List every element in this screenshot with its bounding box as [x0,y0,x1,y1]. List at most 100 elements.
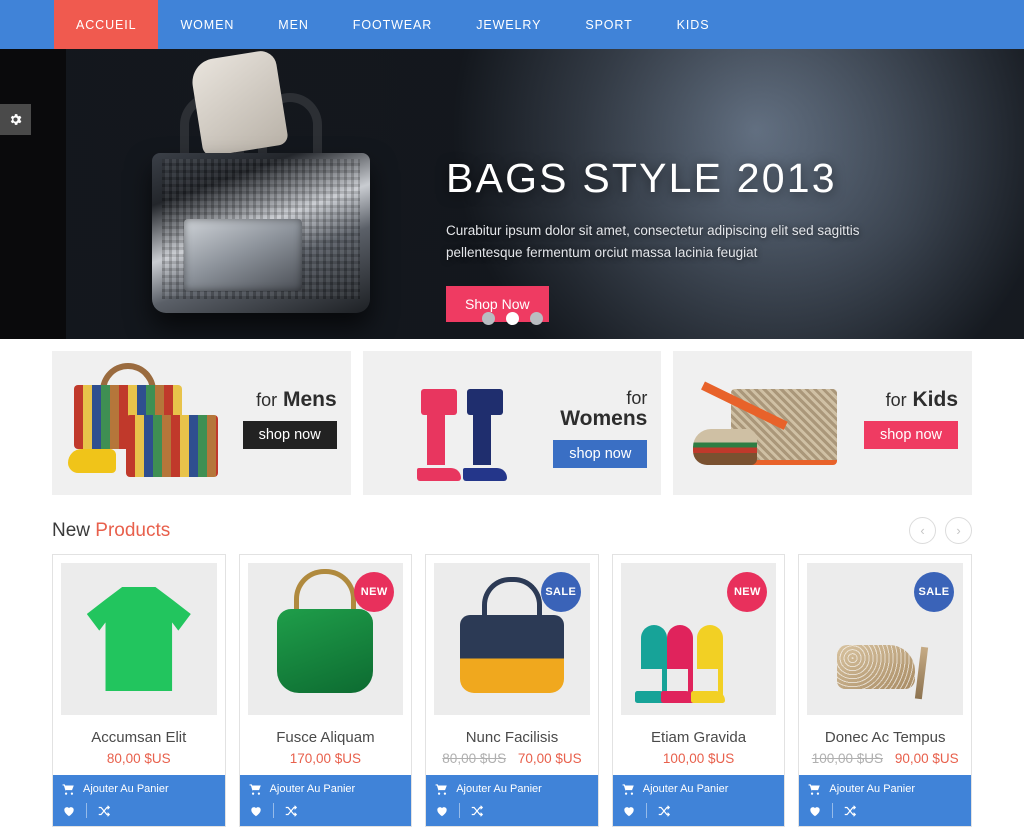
promo-label-womens: for Womens [469,389,647,430]
shuffle-icon [471,804,484,817]
product-badge-sale: SALE [540,572,581,612]
cart-icon [435,784,447,795]
promo-shop-now-mens[interactable]: shop now [242,421,337,450]
product-image[interactable]: SALE [434,563,590,715]
wishlist-button[interactable] [435,804,449,818]
product-actions: Ajouter Au Panier [239,775,412,826]
compare-button[interactable] [97,804,111,818]
cart-icon [808,784,821,795]
nav-item-jewelry[interactable]: JEWELRY [454,0,563,49]
secondary-actions [435,803,589,818]
product-price: 170,00 $US [240,746,412,775]
product-actions: Ajouter Au Panier [612,775,785,826]
gear-icon [10,114,22,125]
nav-item-women[interactable]: WOMEN [158,0,256,49]
secondary-actions [249,803,403,818]
hero-title: BAGS STYLE 2013 [446,155,837,201]
nav-item-sport[interactable]: SPORT [563,0,654,49]
product-image[interactable]: NEW [247,563,404,715]
settings-panel-toggle[interactable] [0,104,31,135]
promo-name: Mens [282,388,337,411]
add-to-cart-button[interactable]: Ajouter Au Panier [808,782,962,803]
product-image[interactable]: SALE [807,563,963,715]
add-to-cart-button[interactable]: Ajouter Au Panier [62,782,216,803]
section-title-part1: New [52,519,96,541]
product-actions: Ajouter Au Panier [53,775,225,826]
add-to-cart-button[interactable]: Ajouter Au Panier [435,782,589,803]
slider-dot-2[interactable] [505,312,519,325]
nav-item-label: MEN [278,17,309,32]
hero-subtitle: Curabitur ipsum dolor sit amet, consecte… [446,223,860,260]
product-current-price: 100,00 $US [662,751,735,766]
product-current-price: 80,00 $US [106,751,171,766]
heart-icon [437,806,447,816]
product-price: 100,00 $US [613,746,785,775]
promo-shop-now-womens[interactable]: shop now [553,439,648,468]
promo-banner-mens[interactable]: for Mens shop now [52,351,351,495]
product-actions: Ajouter Au Panier [799,775,971,826]
nav-item-accueil[interactable]: ACCUEIL [54,0,159,49]
nav-item-label: FOOTWEAR [352,17,433,32]
add-to-cart-label: Ajouter Au Panier [642,783,729,795]
section-title: New Products [52,520,170,542]
shuffle-icon [285,804,297,817]
compare-button[interactable] [843,804,857,818]
carousel-prev-icon[interactable]: ‹ [909,517,936,544]
promo-prefix: for [885,390,907,410]
promo-prefix: for [626,388,648,408]
product-price: 80,00 $US 70,00 $US [426,746,598,775]
nav-item-footwear[interactable]: FOOTWEAR [331,0,454,49]
product-badge-new: NEW [727,572,768,612]
product-grid: Accumsan Elit 80,00 $US Ajouter Au Panie… [0,554,1024,827]
divider [459,803,461,818]
nav-item-label: ACCUEIL [76,17,137,32]
hero-text-block: BAGS STYLE 2013 Curabitur ipsum dolor si… [446,155,866,322]
product-old-price: 80,00 $US [442,751,507,766]
wishlist-button[interactable] [249,804,263,818]
carousel-controls: ‹ › [909,517,972,544]
slider-dot-3[interactable] [529,312,543,325]
promo-label-kids: for Kids [780,388,958,411]
product-card[interactable]: SALE Donec Ac Tempus 100,00 $US 90,00 $U… [798,554,972,827]
shuffle-icon [658,804,670,817]
product-badge-sale: SALE [913,572,954,612]
product-image[interactable]: NEW [620,563,777,715]
promo-banner-kids[interactable]: for Kids shop now [673,351,973,495]
hero-slider-dots [0,312,1024,325]
nav-item-label: SPORT [585,17,633,32]
hero-product-image [110,49,410,339]
compare-button[interactable] [284,804,298,818]
promo-prefix: for [256,390,278,410]
product-name: Etiam Gravida [651,729,747,746]
new-products-header: New Products ‹ › [0,495,1024,554]
add-to-cart-button[interactable]: Ajouter Au Panier [249,782,403,803]
product-name: Nunc Facilisis [465,729,559,746]
product-card[interactable]: NEW Fusce Aliquam 170,00 $US Ajouter Au … [238,554,413,827]
carousel-next-icon[interactable]: › [945,517,972,544]
shuffle-icon [98,804,111,817]
product-price: 100,00 $US 90,00 $US [799,746,971,775]
product-card[interactable]: Accumsan Elit 80,00 $US Ajouter Au Panie… [52,554,226,827]
wishlist-button[interactable] [808,804,822,818]
compare-button[interactable] [657,804,671,818]
promo-banner-womens[interactable]: for Womens shop now [362,351,662,495]
compare-button[interactable] [470,804,484,818]
wishlist-button[interactable] [622,804,636,818]
secondary-actions [808,803,962,818]
product-card[interactable]: SALE Nunc Facilisis 80,00 $US 70,00 $US … [425,554,599,827]
product-card[interactable]: NEW Etiam Gravida 100,00 $US Ajouter Au … [611,554,786,827]
cart-icon [622,784,634,795]
wishlist-button[interactable] [62,804,76,818]
nav-item-kids[interactable]: KIDS [655,0,732,49]
nav-item-men[interactable]: MEN [256,0,330,49]
add-to-cart-button[interactable]: Ajouter Au Panier [622,782,776,803]
nav-item-label: KIDS [676,17,710,32]
product-price: 80,00 $US [53,746,225,775]
heart-icon [624,806,634,816]
slider-dot-1[interactable] [481,312,495,325]
product-image[interactable] [61,563,217,715]
divider [86,803,87,818]
section-title-part2: Products [95,519,171,541]
divider [645,803,647,818]
promo-shop-now-kids[interactable]: shop now [863,421,959,450]
